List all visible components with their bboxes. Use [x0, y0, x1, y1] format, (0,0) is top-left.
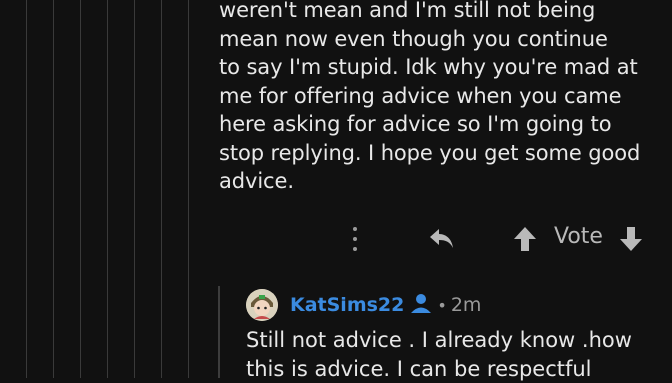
thread-line-7 — [188, 0, 189, 378]
reply-thread-line — [218, 286, 220, 378]
downvote-icon[interactable] — [618, 225, 644, 253]
thread-line-5 — [134, 0, 135, 378]
timestamp: 2m — [451, 294, 482, 316]
comment-action-bar: Vote — [0, 222, 672, 256]
reply-icon[interactable] — [428, 226, 456, 252]
comment-line: stop replying. I hope you get some good — [219, 139, 664, 168]
thread-line-4 — [107, 0, 108, 378]
comment-line: here asking for advice so I'm going to — [219, 110, 664, 139]
upvote-icon[interactable] — [512, 225, 538, 253]
comment-line: to say I'm stupid. Idk why you're mad at — [219, 53, 664, 82]
comment-body: weren't mean and I'm still not being mea… — [219, 0, 664, 196]
thread-line-6 — [161, 0, 162, 378]
comment-line: advice. — [219, 167, 664, 196]
reply-body: Still not advice . I already know .how t… — [246, 326, 666, 383]
thread-line-2 — [53, 0, 54, 378]
reply-line: Still not advice . I already know .how — [246, 326, 666, 355]
more-options-icon[interactable] — [353, 224, 357, 254]
reply-header: KatSims22 • 2m — [246, 288, 481, 322]
thread-line-3 — [80, 0, 81, 378]
comment-line: weren't mean and I'm still not being — [219, 0, 664, 25]
thread-line-1 — [26, 0, 27, 378]
user-icon — [410, 292, 432, 318]
vote-label: Vote — [554, 224, 603, 249]
reply-line: this is advice. I can be respectful — [246, 355, 666, 383]
username[interactable]: KatSims22 — [290, 294, 404, 316]
comment-line: mean now even though you continue — [219, 25, 664, 54]
comment-line: me for offering advice when you came — [219, 82, 664, 111]
separator-dot: • — [437, 296, 446, 315]
avatar[interactable] — [246, 289, 278, 321]
